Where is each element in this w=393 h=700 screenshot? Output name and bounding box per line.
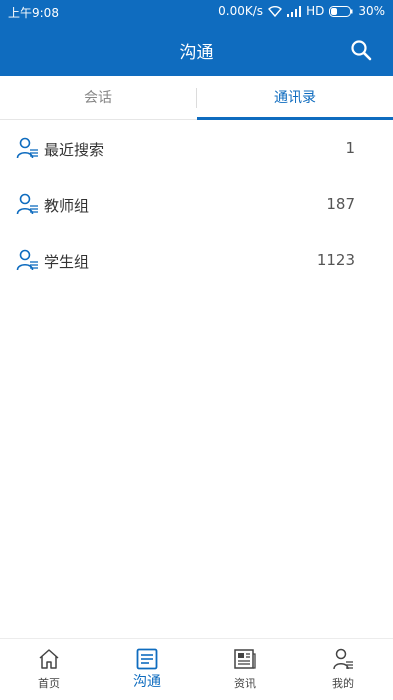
page-title: 沟通 — [179, 43, 214, 63]
nav-chat[interactable]: 沟通 — [98, 639, 196, 700]
chat-icon — [135, 647, 159, 671]
list-item-label: 教师组 — [44, 197, 90, 215]
nav-home[interactable]: 首页 — [0, 639, 98, 700]
profile-icon — [331, 647, 355, 671]
nav-profile[interactable]: 我的 — [294, 639, 392, 700]
list-item-count: 187 — [326, 195, 355, 213]
tab-bar: 会话 通讯录 — [0, 76, 393, 120]
battery-icon — [329, 5, 353, 17]
contact-list-icon — [16, 248, 40, 272]
list-item-teachers[interactable]: 教师组 187 — [0, 176, 393, 232]
nav-label: 我的 — [332, 677, 354, 690]
network-type: HD — [306, 4, 325, 18]
contact-group-list: 最近搜索 1 教师组 187 学生组 1123 — [0, 120, 393, 288]
bottom-navigation: 首页 沟通 资讯 我的 — [0, 638, 393, 700]
nav-label: 资讯 — [234, 677, 256, 690]
list-item-label: 学生组 — [44, 253, 90, 271]
nav-news[interactable]: 资讯 — [196, 639, 294, 700]
home-icon — [37, 647, 61, 671]
wifi-icon — [268, 5, 283, 17]
signal-icon — [287, 5, 302, 17]
status-indicators: 0.00K/s HD 30% — [213, 4, 385, 18]
tab-conversations[interactable]: 会话 — [0, 76, 196, 120]
contact-list-icon — [16, 136, 40, 160]
news-icon — [233, 647, 257, 671]
search-icon — [351, 40, 372, 61]
network-speed: 0.00K/s — [218, 4, 264, 18]
nav-label: 首页 — [38, 677, 60, 690]
app-header: 上午9:08 0.00K/s HD 30% 沟通 — [0, 0, 393, 76]
status-bar: 上午9:08 0.00K/s HD 30% — [0, 0, 393, 24]
battery-level: 30% — [358, 4, 385, 18]
list-item-students[interactable]: 学生组 1123 — [0, 232, 393, 288]
search-button[interactable] — [349, 38, 373, 62]
status-time: 上午9:08 — [8, 6, 59, 20]
list-item-label: 最近搜索 — [44, 141, 105, 159]
tab-contacts[interactable]: 通讯录 — [197, 76, 393, 120]
list-item-count: 1123 — [316, 251, 355, 269]
contact-list-icon — [16, 192, 40, 216]
nav-label: 沟通 — [133, 674, 161, 690]
list-item-count: 1 — [345, 139, 355, 157]
list-item-recent-search[interactable]: 最近搜索 1 — [0, 120, 393, 176]
